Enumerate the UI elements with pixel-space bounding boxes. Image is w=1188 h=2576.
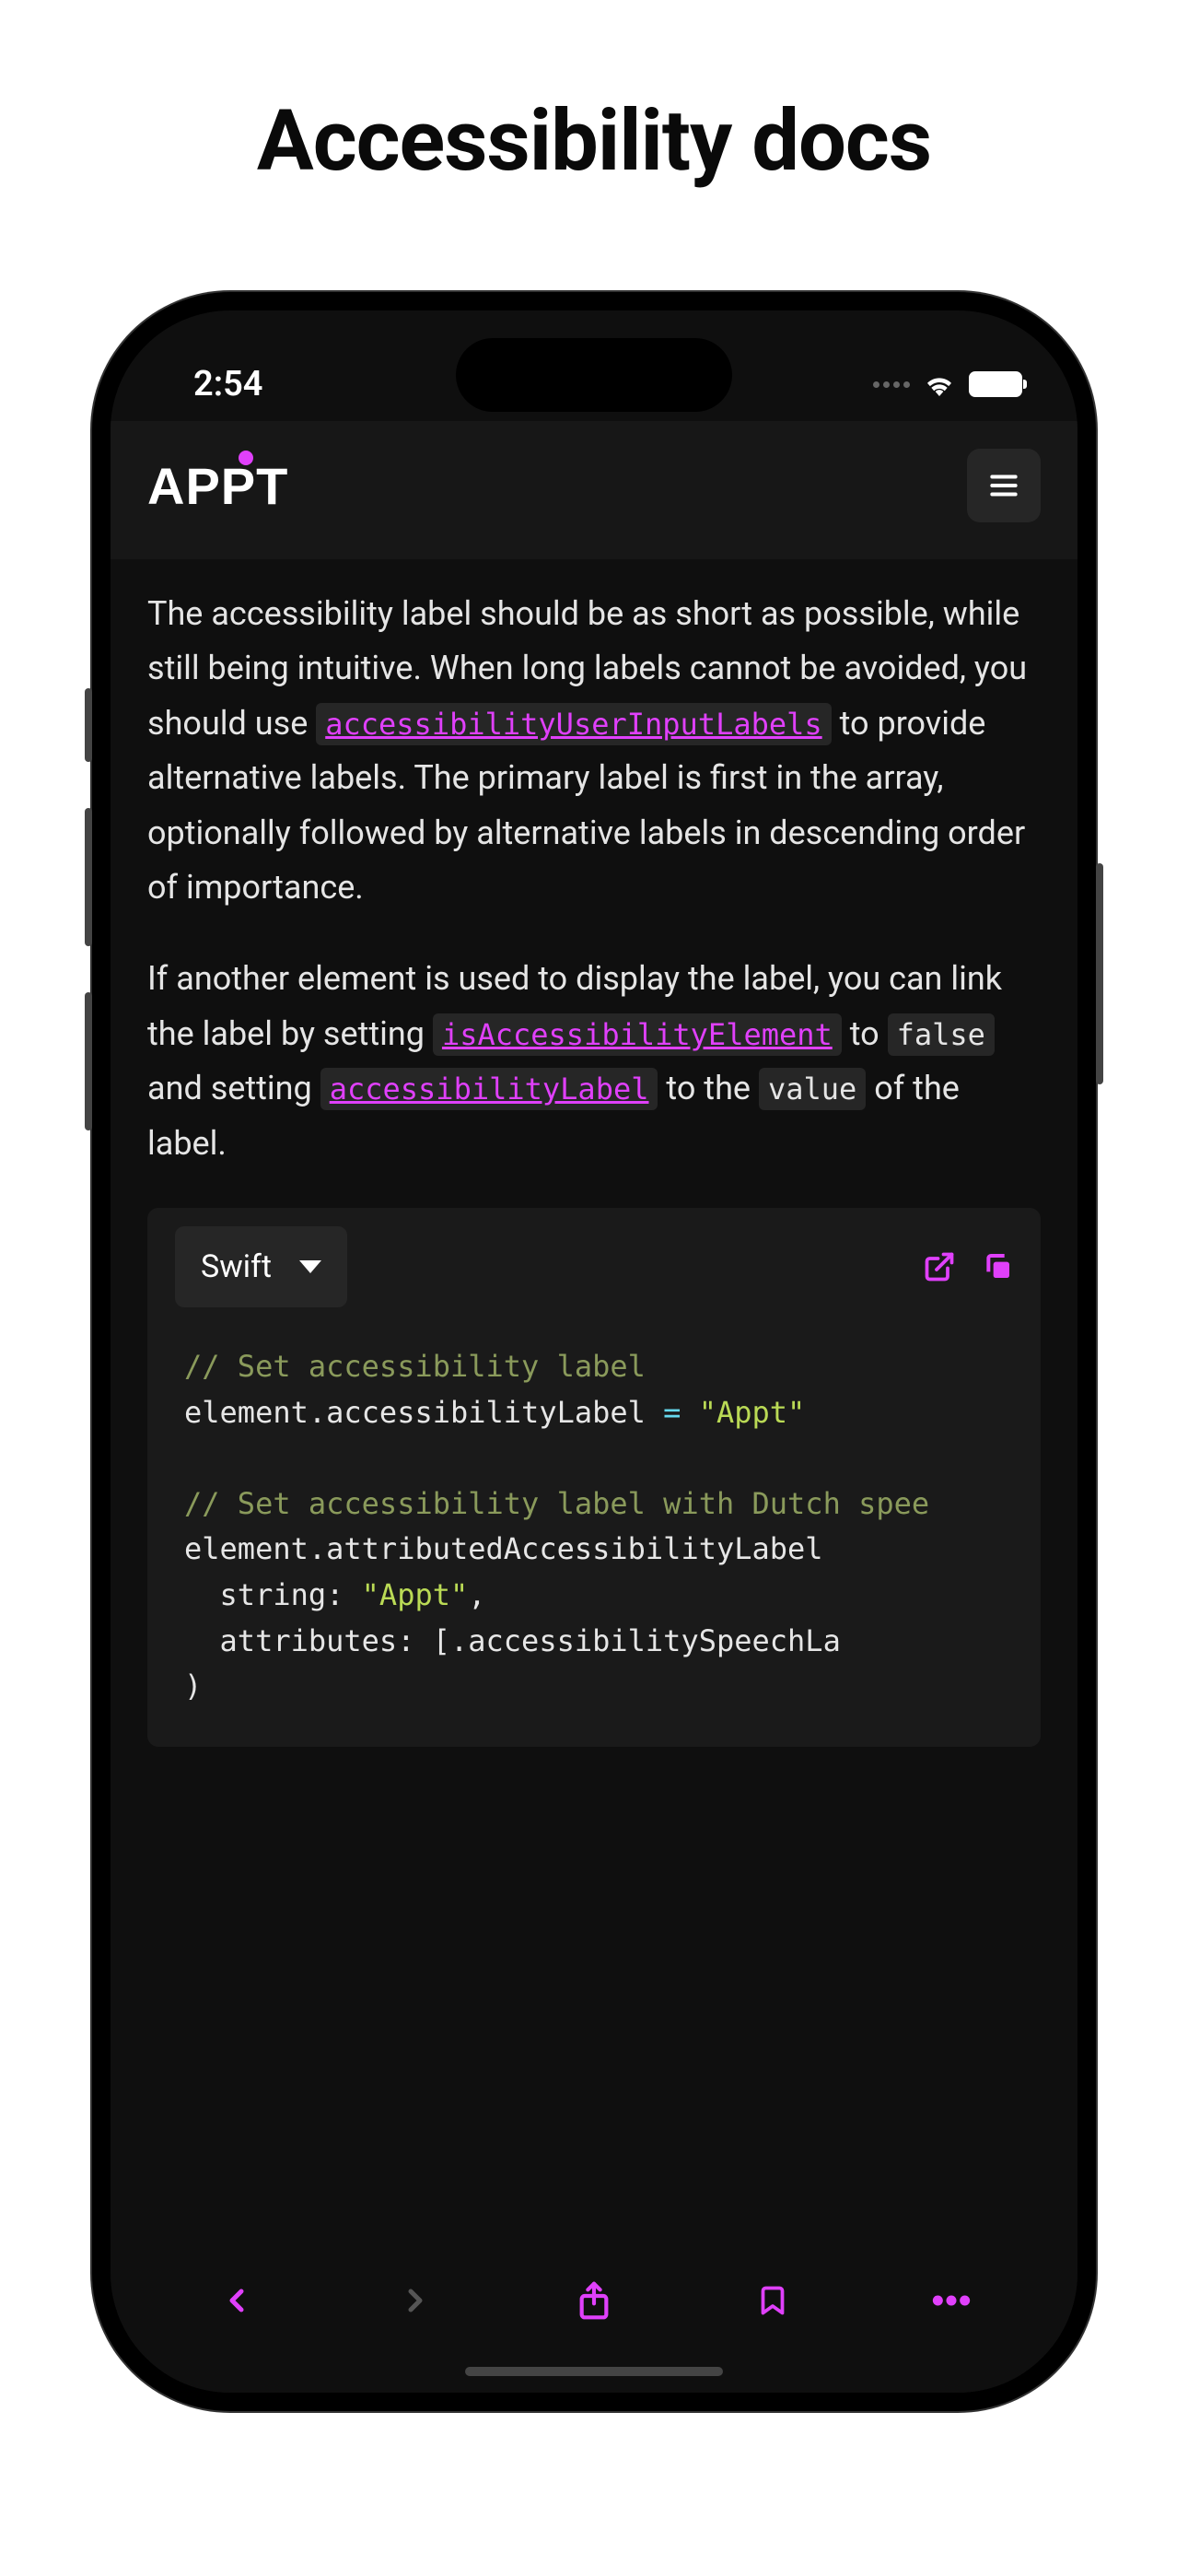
bookmark-icon [756,2282,789,2319]
paragraph-2: If another element is used to display th… [147,952,1041,1171]
phone-silent-switch [85,688,92,762]
open-external-button[interactable] [923,1250,956,1283]
text: to [842,1014,888,1053]
phone-frame: 2:54 APPT [92,292,1096,2411]
copy-button[interactable] [984,1252,1013,1282]
code-string: "Appt" [699,1395,806,1430]
language-selector[interactable]: Swift [175,1226,347,1307]
code-line [681,1395,698,1430]
code-comment: // Set accessibility label with Dutch sp… [184,1486,929,1521]
chevron-down-icon [299,1260,321,1273]
app-logo[interactable]: APPT [147,456,288,516]
forward-button[interactable] [388,2273,443,2328]
phone-volume-down [85,992,92,1130]
logo-dot-icon [239,451,253,465]
status-time: 2:54 [193,364,262,404]
battery-icon [969,371,1022,397]
wifi-icon [923,372,956,396]
code-line: , [468,1577,485,1612]
text: and setting [147,1069,320,1107]
chevron-right-icon [397,2282,434,2319]
code-comment: // Set accessibility label [184,1349,646,1384]
app-header: APPT [111,421,1077,559]
bookmark-button[interactable] [745,2273,800,2328]
status-icons [873,371,1022,397]
copy-icon [984,1252,1013,1282]
code-value: value [759,1068,866,1110]
external-link-icon [923,1250,956,1283]
page-title: Accessibility docs [0,0,1188,191]
phone-power-button [1096,863,1103,1084]
menu-button[interactable] [967,449,1041,522]
code-actions [923,1250,1013,1283]
language-label: Swift [201,1241,272,1293]
code-line: element.attributedAccessibilityLabel [184,1531,823,1566]
hamburger-icon [986,468,1021,503]
text: to the [658,1069,758,1107]
code-op: = [663,1395,681,1430]
code-line: element.accessibilityLabel [184,1395,663,1430]
code-string: "Appt" [362,1577,469,1612]
code-line: string: [184,1577,362,1612]
home-indicator[interactable] [465,2367,723,2376]
code-block: Swift [147,1208,1041,1747]
phone-screen: 2:54 APPT [111,310,1077,2393]
code-toolbar: Swift [147,1208,1041,1326]
chevron-left-icon [218,2282,255,2319]
code-line: attributes: [.accessibilitySpeechLa [184,1623,841,1658]
code-line: ) [184,1669,202,1704]
phone-volume-up [85,808,92,946]
dynamic-island [456,338,732,412]
share-button[interactable] [566,2273,622,2328]
code-link-isAccessibilityElement[interactable]: isAccessibilityElement [433,1013,842,1056]
paragraph-1: The accessibility label should be as sho… [147,587,1041,915]
code-link-accessibilityLabel[interactable]: accessibilityLabel [320,1068,658,1110]
code-link-accessibilityUserInputLabels[interactable]: accessibilityUserInputLabels [316,703,831,745]
more-button[interactable] [924,2273,979,2328]
share-icon [576,2280,612,2321]
main-content: The accessibility label should be as sho… [111,559,1077,1774]
back-button[interactable] [209,2273,264,2328]
code-body[interactable]: // Set accessibility label element.acces… [147,1326,1041,1747]
cellular-icon [873,381,910,388]
more-horizontal-icon [931,2295,972,2306]
code-false: false [888,1013,995,1056]
logo-text: APPT [147,457,288,515]
